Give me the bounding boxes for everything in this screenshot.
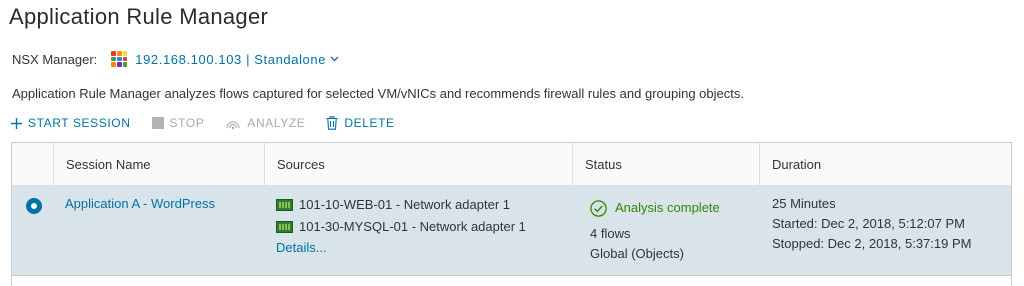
delete-label: DELETE (344, 116, 395, 130)
start-session-button[interactable]: START SESSION (11, 116, 131, 130)
toolbar: START SESSION STOP ANALYZE DELETE (11, 116, 416, 130)
nsx-manager-label: NSX Manager: (12, 51, 98, 67)
sessions-table: Session Name Sources Status Duration App… (11, 142, 1012, 286)
table-row[interactable]: Application A - WordPress 101-10-WEB-01 … (12, 185, 1011, 276)
chevron-down-icon[interactable] (330, 53, 339, 65)
analyze-label: ANALYZE (247, 116, 306, 130)
row-select-radio[interactable] (26, 198, 42, 214)
nsx-manager-selector-row: NSX Manager: 192.168.100.103 | Standalon… (12, 51, 339, 67)
source-item: 101-10-WEB-01 - Network adapter 1 (276, 194, 526, 216)
started-time: Started: Dec 2, 2018, 5:12:07 PM (772, 216, 965, 231)
network-adapter-icon (276, 221, 293, 233)
analyze-button[interactable]: ANALYZE (225, 116, 305, 130)
column-header-sources[interactable]: Sources (264, 143, 572, 185)
scope-text: Global (Objects) (590, 246, 684, 261)
start-session-label: START SESSION (28, 116, 131, 130)
column-header-duration[interactable]: Duration (759, 143, 1011, 185)
delete-button[interactable]: DELETE (326, 116, 394, 130)
details-link[interactable]: Details... (276, 238, 526, 258)
stop-button[interactable]: STOP (151, 116, 205, 130)
page-title: Application Rule Manager (9, 4, 269, 29)
duration-text: 25 Minutes (772, 196, 836, 211)
trash-icon (326, 116, 338, 130)
status-cell: Analysis complete 4 flows Global (Object… (590, 198, 720, 264)
duration-cell: 25 Minutes Started: Dec 2, 2018, 5:12:07… (772, 194, 971, 254)
stop-label: STOP (169, 116, 205, 130)
column-header-session-name[interactable]: Session Name (53, 143, 264, 185)
table-header: Session Name Sources Status Duration (12, 143, 1011, 186)
stopped-time: Stopped: Dec 2, 2018, 5:37:19 PM (772, 236, 972, 251)
stop-icon (151, 117, 164, 129)
network-adapter-icon (276, 199, 293, 211)
nsx-manager-icon (111, 51, 128, 67)
status-complete: Analysis complete (590, 198, 720, 218)
check-circle-icon (590, 199, 607, 217)
session-name-link[interactable]: Application A - WordPress (65, 194, 215, 214)
source-label: 101-30-MYSQL-01 - Network adapter 1 (299, 219, 526, 234)
source-label: 101-10-WEB-01 - Network adapter 1 (299, 197, 510, 212)
flow-count: 4 flows (590, 226, 631, 241)
nsx-manager-dropdown[interactable]: 192.168.100.103 | Standalone (135, 52, 326, 67)
analyze-icon (225, 116, 241, 130)
plus-icon (11, 117, 22, 129)
status-text: Analysis complete (615, 200, 720, 215)
select-column-header (12, 143, 53, 185)
source-item: 101-30-MYSQL-01 - Network adapter 1 (276, 216, 526, 238)
page-description: Application Rule Manager analyzes flows … (12, 86, 744, 101)
column-header-status[interactable]: Status (572, 143, 759, 185)
sources-cell: 101-10-WEB-01 - Network adapter 1 101-30… (276, 194, 526, 258)
